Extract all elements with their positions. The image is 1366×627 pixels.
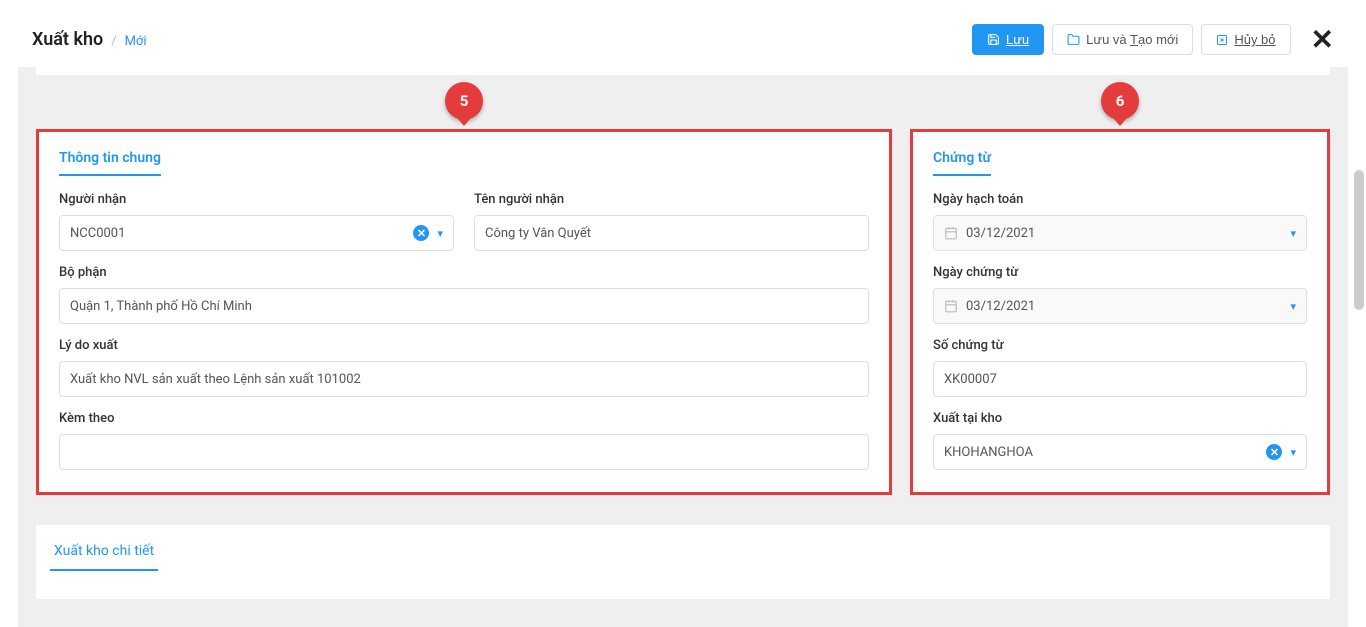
cancel-icon xyxy=(1216,34,1228,46)
doc-no-input[interactable]: XK00007 xyxy=(933,361,1307,397)
save-and-new-button[interactable]: Lưu và Tạo mới xyxy=(1052,24,1193,55)
save-icon xyxy=(987,33,1000,46)
doc-no-label: Số chứng từ xyxy=(933,338,1307,353)
close-icon[interactable]: ✕ xyxy=(1311,26,1334,54)
reason-label: Lý do xuất xyxy=(59,338,869,353)
annotation-badge-6: 6 xyxy=(1101,82,1139,120)
action-bar: Lưu Lưu và Tạo mới Hủy bỏ ✕ xyxy=(972,24,1334,55)
warehouse-value: KHOHANGHOA xyxy=(944,445,1266,460)
save-and-new-label: Lưu và Tạo mới xyxy=(1086,32,1178,47)
clear-icon[interactable]: ✕ xyxy=(1266,444,1282,460)
folder-icon xyxy=(1067,33,1080,46)
reason-input[interactable]: Xuất kho NVL sản xuất theo Lệnh sản xuất… xyxy=(59,361,869,397)
tab-document[interactable]: Chứng từ xyxy=(933,150,991,176)
tab-general-info[interactable]: Thông tin chung xyxy=(59,150,161,176)
detail-panel: Xuất kho chi tiết xyxy=(36,525,1330,599)
warehouse-select[interactable]: KHOHANGHOA ✕ ▾ xyxy=(933,434,1307,470)
recipient-name-input[interactable]: Công ty Vân Quyết xyxy=(474,215,869,251)
attach-input[interactable] xyxy=(59,434,869,470)
department-label: Bộ phận xyxy=(59,265,869,280)
annotation-badge-5: 5 xyxy=(445,82,483,120)
chevron-down-icon[interactable]: ▾ xyxy=(1290,300,1296,313)
chevron-down-icon[interactable]: ▾ xyxy=(1290,446,1296,459)
cancel-button-label: Hủy bỏ xyxy=(1234,32,1275,47)
attach-label: Kèm theo xyxy=(59,411,869,426)
top-strip xyxy=(36,67,1330,75)
content-area: 5 Thông tin chung Người nhận NCC0001 ✕ ▾… xyxy=(18,67,1348,627)
page-title: Xuất kho xyxy=(32,29,103,50)
breadcrumb-separator: / xyxy=(111,34,116,49)
general-info-panel: 5 Thông tin chung Người nhận NCC0001 ✕ ▾… xyxy=(36,129,892,495)
save-button[interactable]: Lưu xyxy=(972,24,1044,55)
doc-date-label: Ngày chứng từ xyxy=(933,265,1307,280)
doc-date-value: 03/12/2021 xyxy=(966,299,1290,314)
cancel-button[interactable]: Hủy bỏ xyxy=(1201,24,1290,55)
panels-row: 5 Thông tin chung Người nhận NCC0001 ✕ ▾… xyxy=(36,129,1330,495)
recipient-name-value: Công ty Vân Quyết xyxy=(485,226,858,241)
doc-no-value: XK00007 xyxy=(944,372,1296,387)
breadcrumb-current: Mới xyxy=(125,34,147,49)
topbar: Xuất kho / Mới Lưu Lưu và Tạo mới Hủy bỏ… xyxy=(0,0,1366,67)
acc-date-label: Ngày hạch toán xyxy=(933,192,1307,207)
recipient-select[interactable]: NCC0001 ✕ ▾ xyxy=(59,215,454,251)
chevron-down-icon[interactable]: ▾ xyxy=(437,227,443,240)
save-button-label: Lưu xyxy=(1006,32,1029,47)
document-panel: 6 Chứng từ Ngày hạch toán 03/12/2021 ▾ xyxy=(910,129,1330,495)
calendar-icon xyxy=(944,299,958,313)
doc-date-picker[interactable]: 03/12/2021 ▾ xyxy=(933,288,1307,324)
breadcrumb: Xuất kho / Mới xyxy=(32,29,147,50)
tab-detail[interactable]: Xuất kho chi tiết xyxy=(50,543,158,571)
department-input[interactable]: Quận 1, Thành phố Hồ Chí Minh xyxy=(59,288,869,324)
calendar-icon xyxy=(944,226,958,240)
scrollbar-thumb[interactable] xyxy=(1354,170,1364,310)
recipient-label: Người nhận xyxy=(59,192,454,207)
warehouse-label: Xuất tại kho xyxy=(933,411,1307,426)
department-value: Quận 1, Thành phố Hồ Chí Minh xyxy=(70,299,858,314)
recipient-value: NCC0001 xyxy=(70,226,413,241)
chevron-down-icon[interactable]: ▾ xyxy=(1290,227,1296,240)
clear-icon[interactable]: ✕ xyxy=(413,225,429,241)
acc-date-picker[interactable]: 03/12/2021 ▾ xyxy=(933,215,1307,251)
reason-value: Xuất kho NVL sản xuất theo Lệnh sản xuất… xyxy=(70,372,858,387)
acc-date-value: 03/12/2021 xyxy=(966,226,1290,241)
recipient-name-label: Tên người nhận xyxy=(474,192,869,207)
